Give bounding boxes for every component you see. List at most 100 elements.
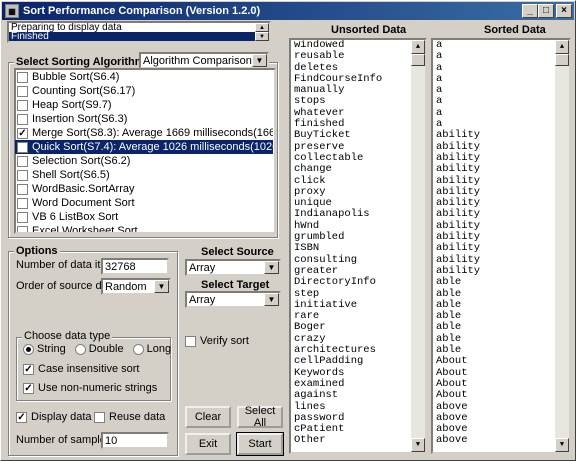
select-all-button[interactable]: Select All <box>237 405 283 429</box>
unsorted-heading: Unsorted Data <box>331 24 407 36</box>
scroll-up-icon[interactable]: ▲ <box>555 40 569 54</box>
checkbox-icon[interactable]: ✓ <box>17 141 28 153</box>
algorithm-item[interactable]: VB 6 ListBox Sort <box>15 210 273 224</box>
non-numeric-checkbox[interactable]: ✓ Use non-numeric strings <box>23 382 157 394</box>
title-bar[interactable]: ▦ Sort Performance Comparison (Version 1… <box>2 2 574 20</box>
checkbox-icon[interactable] <box>17 113 28 125</box>
sorted-row: ability <box>436 242 481 255</box>
sorted-row: a <box>436 106 443 119</box>
checkbox-icon[interactable] <box>94 411 105 423</box>
algorithm-item[interactable]: ✓ Merge Sort(S8.3): Average 1669 millisec… <box>15 126 273 140</box>
samples-input[interactable]: 10 <box>101 432 169 449</box>
chevron-down-icon[interactable]: ▼ <box>264 261 279 274</box>
reuse-data-label: Reuse data <box>109 411 166 423</box>
start-button[interactable]: Start <box>236 432 284 456</box>
data-type-radio-double[interactable]: Double <box>74 343 124 355</box>
checkbox-icon[interactable]: ✓ <box>17 127 28 139</box>
algorithm-item[interactable]: WordBasic.SortArray <box>15 182 273 196</box>
scroll-down-icon[interactable]: ▼ <box>555 438 569 452</box>
sorted-row: a <box>436 61 443 74</box>
algorithm-item[interactable]: Bubble Sort(S6.4) <box>15 70 273 84</box>
unsorted-row: ISBN <box>294 242 320 255</box>
scroll-thumb[interactable] <box>411 54 425 66</box>
radio-icon[interactable] <box>74 343 86 355</box>
chevron-down-icon[interactable]: ▼ <box>264 293 279 306</box>
algorithm-item[interactable]: Insertion Sort(S6.3) <box>15 112 273 126</box>
scroll-thumb[interactable] <box>555 54 569 66</box>
scroll-down-icon[interactable]: ▼ <box>255 32 269 41</box>
algorithm-item-label: Bubble Sort(S6.4) <box>32 71 120 83</box>
display-data-checkbox[interactable]: ✓ Display data <box>16 411 92 423</box>
scroll-up-icon[interactable]: ▲ <box>411 40 425 54</box>
radio-icon[interactable] <box>23 343 34 355</box>
algorithm-item-label: WordBasic.SortArray <box>32 183 135 195</box>
minimize-button[interactable]: _ <box>522 4 538 18</box>
unsorted-row: Other <box>294 434 326 447</box>
radio-icon[interactable] <box>132 343 144 355</box>
algorithm-item[interactable]: Heap Sort(S9.7) <box>15 98 273 112</box>
data-type-radio-string[interactable]: String <box>23 343 66 355</box>
algorithm-item-label: Counting Sort(S6.17) <box>32 85 136 97</box>
checkbox-icon[interactable] <box>17 85 28 97</box>
sorted-row: a <box>436 72 443 85</box>
algorithm-heading: Select Sorting Algorithm <box>14 56 147 68</box>
scroll-down-icon[interactable]: ▼ <box>411 438 425 452</box>
verify-sort-checkbox[interactable]: Verify sort <box>185 335 249 347</box>
checkbox-icon[interactable] <box>17 99 28 111</box>
source-select[interactable]: Array ▼ <box>185 259 281 276</box>
scroll-up-icon[interactable]: ▲ <box>255 23 269 32</box>
target-heading: Select Target <box>201 279 270 291</box>
checkbox-icon[interactable]: ✓ <box>16 411 27 423</box>
checkbox-icon[interactable] <box>17 197 28 209</box>
reuse-data-checkbox[interactable]: Reuse data <box>94 411 165 423</box>
exit-button[interactable]: Exit <box>185 433 231 455</box>
sorted-scrollbar[interactable]: ▲ ▼ <box>555 40 569 452</box>
sorted-row: a <box>436 84 443 97</box>
options-heading: Options <box>14 245 60 257</box>
sorted-row: ability <box>436 163 481 176</box>
checkbox-icon[interactable] <box>17 225 28 232</box>
algorithm-item[interactable]: ✓ Quick Sort(S7.4): Average 1026 millisec… <box>15 140 273 154</box>
main-window: ▦ Sort Performance Comparison (Version 1… <box>0 0 576 461</box>
num-items-input[interactable]: 32768 <box>101 258 169 275</box>
data-type-radios: String Double Long <box>23 343 180 355</box>
algorithm-mode-select[interactable]: Algorithm Comparison ▼ <box>139 52 269 69</box>
status-list[interactable]: Preparing to display data Finished ▲ ▼ <box>7 21 271 43</box>
status-scrollbar[interactable]: ▲ ▼ <box>255 23 269 41</box>
checkbox-icon[interactable] <box>17 183 28 195</box>
samples-label: Number of samples <box>16 434 112 446</box>
close-button[interactable]: × <box>556 4 572 18</box>
status-list-item[interactable]: Finished <box>9 32 255 41</box>
data-type-radio-long[interactable]: Long <box>132 343 171 355</box>
checkbox-icon[interactable]: ✓ <box>23 382 34 394</box>
unsorted-scrollbar[interactable]: ▲ ▼ <box>411 40 425 452</box>
target-select[interactable]: Array ▼ <box>185 291 281 308</box>
algorithm-item[interactable]: Excel Worksheet Sort <box>15 224 273 232</box>
clear-button[interactable]: Clear <box>185 406 231 428</box>
case-insensitive-label: Case insensitive sort <box>38 363 140 375</box>
algorithm-item[interactable]: Selection Sort(S6.2) <box>15 154 273 168</box>
unsorted-list[interactable]: windowed reusable deletes FindCourseInfo man… <box>291 40 425 452</box>
sorted-row: About <box>436 355 468 368</box>
order-select[interactable]: Random ▼ <box>101 278 171 295</box>
maximize-button[interactable]: □ <box>538 4 554 18</box>
algorithm-item-label: Merge Sort(S8.3): Average 1669 milliseco… <box>32 127 273 139</box>
chevron-down-icon[interactable]: ▼ <box>154 280 169 293</box>
algorithm-item[interactable]: Shell Sort(S6.5) <box>15 168 273 182</box>
checkbox-icon[interactable] <box>17 211 28 223</box>
chevron-down-icon[interactable]: ▼ <box>252 54 267 67</box>
checkbox-icon[interactable] <box>17 169 28 181</box>
samples-value: 10 <box>105 435 118 447</box>
checkbox-icon[interactable] <box>17 155 28 167</box>
checkbox-icon[interactable] <box>185 335 196 347</box>
checkbox-icon[interactable] <box>17 71 28 83</box>
algorithm-item[interactable]: Word Document Sort <box>15 196 273 210</box>
checkbox-icon[interactable]: ✓ <box>23 363 34 375</box>
sorted-list[interactable]: a a a a a a a a ability ability ability ability abil… <box>433 40 569 452</box>
data-type-label: Double <box>88 343 124 355</box>
algorithm-item[interactable]: Counting Sort(S6.17) <box>15 84 273 98</box>
case-insensitive-checkbox[interactable]: ✓ Case insensitive sort <box>23 363 140 375</box>
algorithm-item-label: VB 6 ListBox Sort <box>32 211 119 223</box>
algorithm-item-label: Shell Sort(S6.5) <box>32 169 110 181</box>
algorithm-list[interactable]: Bubble Sort(S6.4) Counting Sort(S6.17) Hea… <box>15 70 273 232</box>
